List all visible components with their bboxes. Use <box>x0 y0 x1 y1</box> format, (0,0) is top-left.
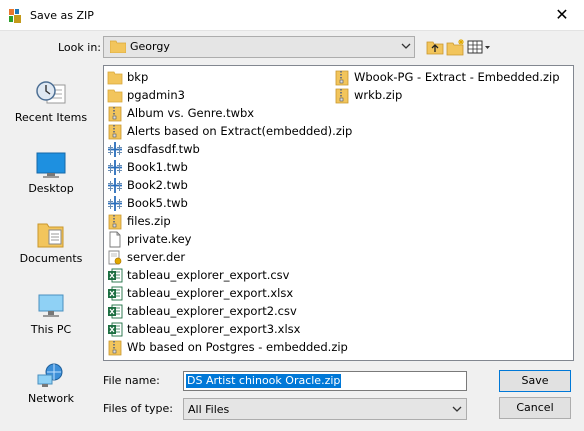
file-name: bkp <box>127 70 149 84</box>
file-name: tableau_explorer_export.csv <box>127 268 290 282</box>
file-name: Album vs. Genre.twbx <box>127 106 255 120</box>
network-icon <box>7 360 95 390</box>
zip-icon <box>334 87 350 104</box>
file-name: private.key <box>127 232 192 246</box>
file-name: tableau_explorer_export3.xlsx <box>127 322 301 336</box>
cert-icon <box>107 249 123 266</box>
file-name: pgadmin3 <box>127 88 185 102</box>
look-in-value: Georgy <box>130 40 170 53</box>
file-name: Alerts based on Extract(embedded).zip <box>127 124 353 138</box>
tableau-icon <box>107 141 123 158</box>
file-name-value: DS Artist chinook Oracle.zip <box>186 374 342 388</box>
file-name: Book2.twb <box>127 178 188 192</box>
zip-icon <box>107 339 123 356</box>
file-list[interactable]: bkp pgadmin3 Album vs. Genre.twbx Alerts ba… <box>103 65 574 361</box>
zip-icon <box>107 105 123 122</box>
look-in-label: Look in: <box>58 41 101 54</box>
file-name: Book1.twb <box>127 160 188 174</box>
places-bar: Recent Items Desktop Documents This PC Netwo… <box>7 65 95 425</box>
zip-icon <box>334 69 350 86</box>
app-icon <box>9 9 21 23</box>
tableau-icon <box>107 177 123 194</box>
close-icon[interactable]: ✕ <box>548 4 576 26</box>
up-folder-icon[interactable] <box>425 38 445 56</box>
tableau-icon <box>107 195 123 212</box>
file-icon <box>107 231 123 248</box>
new-folder-icon[interactable] <box>446 38 466 56</box>
file-name-label: File name: <box>103 374 160 387</box>
file-name: wrkb.zip <box>354 88 403 102</box>
file-name: tableau_explorer_export2.csv <box>127 304 297 318</box>
file-name: Book5.twb <box>127 196 188 210</box>
file-name: Wb based on Postgres - embedded.zip <box>127 340 348 354</box>
file-name: asdfasdf.twb <box>127 142 200 156</box>
place-recent-items[interactable]: Recent Items <box>7 79 95 124</box>
look-in-dropdown[interactable]: Georgy <box>103 36 415 58</box>
save-button[interactable]: Save <box>499 370 571 392</box>
file-type-value: All Files <box>188 403 230 416</box>
place-label: Network <box>28 392 74 405</box>
folder-icon <box>107 69 123 86</box>
window-title: Save as ZIP <box>30 9 94 22</box>
place-documents[interactable]: Documents <box>7 220 95 265</box>
place-label: This PC <box>30 323 72 336</box>
file-name: files.zip <box>127 214 171 228</box>
place-label: Documents <box>19 252 83 265</box>
file-name: Wbook-PG - Extract - Embedded.zip <box>354 70 560 84</box>
desktop-icon <box>7 150 95 180</box>
excel-icon <box>107 285 123 302</box>
this-pc-icon <box>7 291 95 321</box>
chevron-down-icon <box>401 43 411 49</box>
folder-icon <box>110 40 126 53</box>
file-name: server.der <box>127 250 186 264</box>
tableau-icon <box>107 159 123 176</box>
excel-icon <box>107 321 123 338</box>
zip-icon <box>107 123 123 140</box>
excel-icon <box>107 267 123 284</box>
documents-icon <box>7 220 95 250</box>
place-label: Desktop <box>28 182 74 195</box>
file-name: tableau_explorer_export.xlsx <box>127 286 294 300</box>
view-menu-icon[interactable] <box>467 38 491 56</box>
folder-icon <box>107 87 123 104</box>
cancel-button[interactable]: Cancel <box>499 397 571 419</box>
place-network[interactable]: Network <box>7 360 95 405</box>
recent-items-icon <box>7 79 95 109</box>
file-type-label: Files of type: <box>103 402 174 415</box>
place-this-pc[interactable]: This PC <box>7 291 95 336</box>
place-desktop[interactable]: Desktop <box>7 150 95 195</box>
file-type-dropdown[interactable]: All Files <box>183 398 467 420</box>
title-bar: Save as ZIP ✕ <box>0 0 584 30</box>
zip-icon <box>107 213 123 230</box>
file-name-input[interactable]: DS Artist chinook Oracle.zip <box>183 371 467 391</box>
excel-icon <box>107 303 123 320</box>
chevron-down-icon <box>452 406 462 412</box>
place-label: Recent Items <box>14 111 88 124</box>
